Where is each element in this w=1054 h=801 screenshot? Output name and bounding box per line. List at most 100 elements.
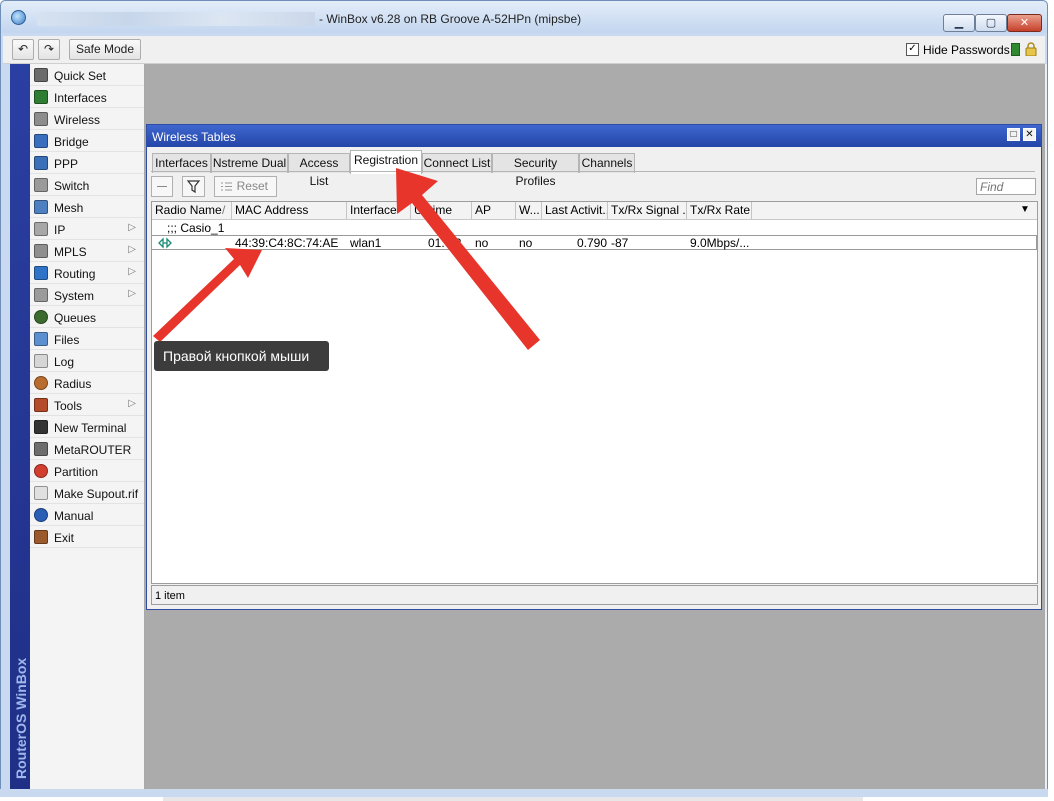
menu-item-ip[interactable]: IP ▷ bbox=[30, 218, 144, 240]
files-icon bbox=[34, 332, 48, 346]
right-click-tooltip: Правой кнопкой мыши bbox=[154, 341, 329, 371]
brand-text: RouterOS WinBox bbox=[13, 657, 29, 779]
menu-item-tools[interactable]: Tools ▷ bbox=[30, 394, 144, 416]
menu-item-mpls[interactable]: MPLS ▷ bbox=[30, 240, 144, 262]
brand-strip: RouterOS WinBox bbox=[10, 64, 30, 789]
menu-item-wireless[interactable]: Wireless bbox=[30, 108, 144, 130]
supout-icon bbox=[34, 486, 48, 500]
menu-item-mesh[interactable]: Mesh bbox=[30, 196, 144, 218]
cell-last-activity: 0.790 bbox=[577, 236, 608, 250]
menu-item-quick-set[interactable]: Quick Set bbox=[30, 64, 144, 86]
col-signal[interactable]: Tx/Rx Signal ... bbox=[608, 202, 687, 219]
metarouter-icon bbox=[34, 442, 48, 456]
menu-item-manual[interactable]: Manual bbox=[30, 504, 144, 526]
col-interface[interactable]: Interface bbox=[347, 202, 411, 219]
col-last-activity[interactable]: Last Activit... bbox=[542, 202, 608, 219]
cell-mac: 44:39:C4:8C:74:AE bbox=[235, 236, 339, 250]
close-button[interactable]: ✕ bbox=[1007, 14, 1042, 32]
hide-passwords-label: Hide Passwords bbox=[923, 43, 1010, 57]
lock-icon bbox=[1025, 42, 1037, 56]
menu-item-label: Manual bbox=[54, 509, 94, 523]
undo-button[interactable]: ↶ bbox=[12, 39, 34, 60]
hide-passwords-checkbox[interactable]: ✓ bbox=[906, 43, 919, 56]
menu-item-system[interactable]: System ▷ bbox=[30, 284, 144, 306]
wireless-tables-close-button[interactable]: ✕ bbox=[1023, 128, 1036, 141]
cell-wds: no bbox=[519, 236, 533, 250]
remove-button[interactable] bbox=[151, 176, 173, 197]
menu-item-bridge[interactable]: Bridge bbox=[30, 130, 144, 152]
tab-channels[interactable]: Channels bbox=[579, 153, 635, 173]
menu-item-radius[interactable]: Radius bbox=[30, 372, 144, 394]
menu-item-label: Routing bbox=[54, 267, 96, 281]
col-uptime[interactable]: Uptime bbox=[411, 202, 472, 219]
menu-item-label: Wireless bbox=[54, 113, 101, 127]
menu-item-label: Bridge bbox=[54, 135, 89, 149]
tools-icon bbox=[34, 398, 48, 412]
menu-item-label: Partition bbox=[54, 465, 99, 479]
title-bar[interactable]: - WinBox v6.28 on RB Groove A-52HPn (mip… bbox=[1, 1, 1047, 33]
menu-item-make-supout-rif[interactable]: Make Supout.rif bbox=[30, 482, 144, 504]
comment-text: ;;; Casio_1 bbox=[167, 221, 225, 235]
reset-icon bbox=[221, 182, 232, 191]
exit-icon bbox=[34, 530, 48, 544]
mpls-icon bbox=[34, 244, 48, 258]
wireless-icon bbox=[34, 112, 48, 126]
col-rate[interactable]: Tx/Rx Rate bbox=[687, 202, 752, 219]
menu-item-ppp[interactable]: PPP bbox=[30, 152, 144, 174]
minimize-button[interactable]: ▁ bbox=[943, 14, 975, 32]
col-mac-address[interactable]: MAC Address bbox=[232, 202, 347, 219]
menu-item-label: Queues bbox=[54, 311, 97, 325]
ppp-icon bbox=[34, 156, 48, 170]
col-ap[interactable]: AP bbox=[472, 202, 516, 219]
col-wds[interactable]: W... bbox=[516, 202, 542, 219]
menu-item-label: Radius bbox=[54, 377, 92, 391]
wireless-tables-maximize-button[interactable]: □ bbox=[1007, 128, 1020, 141]
menu-item-label: Log bbox=[54, 355, 75, 369]
menu-item-switch[interactable]: Switch bbox=[30, 174, 144, 196]
system-icon bbox=[34, 288, 48, 302]
col-radio-name[interactable]: Radio Name / bbox=[152, 202, 232, 219]
menu-item-label: Interfaces bbox=[54, 91, 107, 105]
winbox-app-icon[interactable] bbox=[11, 10, 26, 25]
tab-security-profiles[interactable]: Security Profiles bbox=[492, 153, 579, 188]
menu-item-label: Exit bbox=[54, 531, 75, 545]
menu-item-label: IP bbox=[54, 223, 66, 237]
interfaces-icon bbox=[34, 90, 48, 104]
redacted-title-area bbox=[37, 12, 315, 26]
tab-nstreme-dual[interactable]: Nstreme Dual bbox=[211, 153, 288, 173]
menu-item-log[interactable]: Log bbox=[30, 350, 144, 372]
mesh-icon bbox=[34, 200, 48, 214]
menu-item-queues[interactable]: Queues bbox=[30, 306, 144, 328]
menu-item-partition[interactable]: Partition bbox=[30, 460, 144, 482]
menu-item-label: New Terminal bbox=[54, 421, 127, 435]
menu-item-new-terminal[interactable]: New Terminal bbox=[30, 416, 144, 438]
routing-icon bbox=[34, 266, 48, 280]
log-icon bbox=[34, 354, 48, 368]
wireless-tables-title-bar[interactable]: Wireless Tables □ ✕ bbox=[147, 125, 1041, 147]
reset-button[interactable]: Reset bbox=[214, 176, 277, 197]
menu-item-metarouter[interactable]: MetaROUTER bbox=[30, 438, 144, 460]
find-input[interactable] bbox=[976, 178, 1036, 195]
tab-interfaces[interactable]: Interfaces bbox=[152, 153, 211, 173]
maximize-button[interactable]: ▢ bbox=[975, 14, 1007, 32]
columns-dropdown-icon[interactable]: ▼ bbox=[1020, 204, 1030, 215]
menu-item-files[interactable]: Files bbox=[30, 328, 144, 350]
menu-item-exit[interactable]: Exit bbox=[30, 526, 144, 548]
cell-signal: -87 bbox=[611, 236, 629, 250]
cell-interface: wlan1 bbox=[350, 236, 382, 250]
tab-divider bbox=[151, 171, 1035, 172]
tab-connect-list[interactable]: Connect List bbox=[422, 153, 492, 173]
table-row[interactable]: 44:39:C4:8C:74:AE wlan1 01: 52 no no 0.7… bbox=[152, 235, 1037, 250]
filter-icon bbox=[186, 180, 201, 194]
menu-item-label: System bbox=[54, 289, 95, 303]
filter-button[interactable] bbox=[182, 176, 205, 197]
window-bottom-border bbox=[0, 789, 1048, 797]
table-comment-row[interactable]: ;;; Casio_1 bbox=[152, 220, 1037, 235]
table-header: Radio Name / MAC Address Interface Uptim… bbox=[152, 202, 1037, 220]
tab-access-list[interactable]: Access List bbox=[288, 153, 350, 188]
menu-item-routing[interactable]: Routing ▷ bbox=[30, 262, 144, 284]
safe-mode-button[interactable]: Safe Mode bbox=[69, 39, 141, 60]
menu-item-interfaces[interactable]: Interfaces bbox=[30, 86, 144, 108]
redo-button[interactable]: ↷ bbox=[38, 39, 60, 60]
cell-rate: 9.0Mbps/... bbox=[690, 236, 750, 250]
